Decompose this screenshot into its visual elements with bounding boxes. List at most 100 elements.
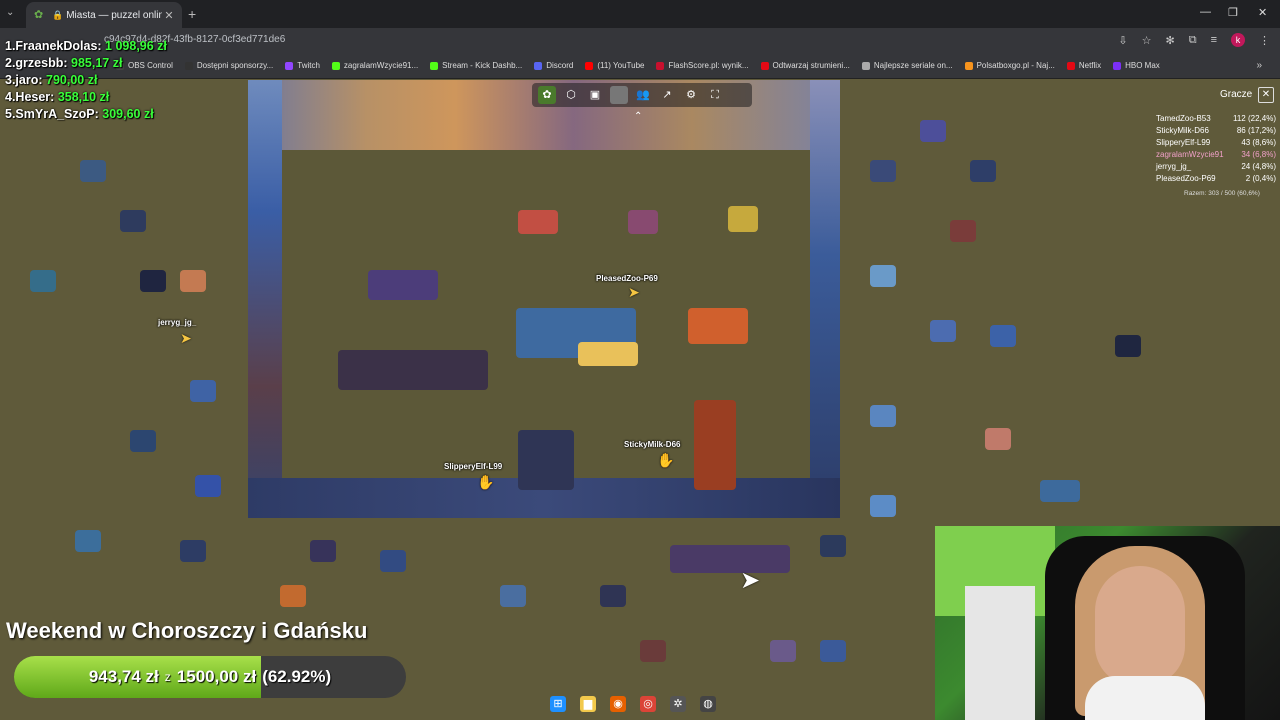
bookmark-item[interactable]: zagralamWzycie91...	[331, 61, 418, 70]
bookmark-item[interactable]: HBO Max	[1113, 61, 1160, 70]
puzzle-piece[interactable]	[870, 265, 896, 287]
bookmark-star-icon[interactable]: ☆	[1142, 34, 1152, 47]
puzzle-piece[interactable]	[600, 585, 626, 607]
puzzle-piece[interactable]	[195, 475, 221, 497]
preview-image-icon[interactable]: ▣	[586, 86, 604, 104]
puzzle-extensions-icon[interactable]: ⧉	[1189, 34, 1197, 47]
chevron-up-icon[interactable]: ⌃	[634, 111, 642, 122]
puzzle-piece[interactable]	[870, 495, 896, 517]
puzzle-piece[interactable]	[30, 270, 56, 292]
puzzle-board[interactable]	[248, 80, 840, 518]
puzzle-toolbar: ✿ ⬡ ▣ 👥 ↗ ⚙ ⛶	[532, 83, 752, 107]
puzzle-piece[interactable]	[1040, 480, 1080, 502]
puzzle-piece[interactable]	[820, 640, 846, 662]
puzzle-piece[interactable]	[180, 540, 206, 562]
bookmark-item[interactable]: Netflix	[1066, 61, 1101, 70]
leaderboard-amount: 358,10 zł	[54, 90, 110, 104]
menu-icon[interactable]: ⋮	[1259, 34, 1270, 47]
puzzle-piece[interactable]	[640, 640, 666, 662]
settings-gear-icon[interactable]: ⚙	[682, 86, 700, 104]
tab-search-icon[interactable]: ⌄	[6, 7, 14, 18]
puzzle-piece[interactable]	[75, 530, 101, 552]
background-color-icon[interactable]	[610, 86, 628, 104]
close-window-button[interactable]: ✕	[1258, 6, 1267, 19]
puzzle-piece[interactable]	[500, 585, 526, 607]
puzzle-piece-cluster[interactable]	[694, 400, 736, 490]
puzzle-piece[interactable]	[970, 160, 996, 182]
puzzle-shapes-icon[interactable]: ⬡	[562, 86, 580, 104]
puzzle-piece[interactable]	[930, 320, 956, 342]
profile-avatar[interactable]: k	[1231, 33, 1245, 47]
bookmark-item[interactable]: Dostępni sponsorzy...	[184, 61, 273, 70]
chrome-icon[interactable]: ◎	[640, 696, 656, 712]
bookmark-item[interactable]: Odtwarzaj strumieni...	[760, 61, 850, 70]
puzzle-piece-cluster[interactable]	[338, 350, 488, 390]
install-app-icon[interactable]: ⇩	[1118, 34, 1127, 47]
puzzle-piece[interactable]	[870, 160, 896, 182]
bookmark-item[interactable]: Twitch	[285, 61, 320, 70]
puzzle-piece[interactable]	[280, 585, 306, 607]
puzzle-piece[interactable]	[310, 540, 336, 562]
goal-title: Weekend w Choroszczy i Gdańsku	[6, 618, 368, 643]
puzzle-piece-cluster[interactable]	[670, 545, 790, 573]
fullscreen-icon[interactable]: ⛶	[706, 86, 724, 104]
puzzle-piece[interactable]	[985, 428, 1011, 450]
puzzle-piece[interactable]	[140, 270, 166, 292]
puzzle-piece[interactable]	[728, 206, 758, 232]
puzzle-piece[interactable]	[130, 430, 156, 452]
share-icon[interactable]: ↗	[658, 86, 676, 104]
more-bookmarks-icon[interactable]: »	[1256, 60, 1262, 71]
webcam-face	[1095, 566, 1185, 686]
bookmark-item[interactable]: Stream - Kick Dashb...	[430, 61, 522, 70]
puzzle-piece[interactable]	[770, 640, 796, 662]
bookmark-item[interactable]: Polsatboxgo.pl - Naj...	[964, 61, 1055, 70]
puzzle-piece-cluster[interactable]	[688, 308, 748, 344]
bookmark-item[interactable]: Discord	[534, 61, 573, 70]
puzzle-piece[interactable]	[820, 535, 846, 557]
player-name: TamedZoo-B53	[1156, 114, 1211, 123]
minimize-button[interactable]: —	[1200, 6, 1211, 18]
extension-icon[interactable]: ✻	[1166, 34, 1175, 47]
puzzle-piece[interactable]	[518, 210, 558, 234]
puzzle-piece[interactable]	[120, 210, 146, 232]
leaderboard-row: 1.FraanekDolas: 1 098,96 zł	[5, 38, 167, 55]
bookmark-item[interactable]: (11) YouTube	[585, 61, 644, 70]
bookmark-label: Discord	[546, 61, 574, 70]
media-icon[interactable]: ≡	[1211, 34, 1217, 46]
player-score: 43 (8,6%)	[1241, 138, 1276, 147]
player-score: 86 (17,2%)	[1236, 126, 1276, 135]
bookmark-favicon-icon	[656, 61, 665, 70]
puzzle-piece[interactable]	[80, 160, 106, 182]
player-name: StickyMilk-D66	[1156, 126, 1209, 135]
new-tab-button[interactable]: +	[188, 6, 196, 22]
maximize-button[interactable]: ❐	[1228, 6, 1238, 19]
puzzle-piece-cluster[interactable]	[518, 430, 574, 490]
puzzle-piece[interactable]	[870, 405, 896, 427]
puzzle-piece[interactable]	[990, 325, 1016, 347]
close-icon[interactable]: ✕	[1258, 87, 1274, 103]
firefox-icon[interactable]: ◉	[610, 696, 626, 712]
puzzle-piece[interactable]	[920, 120, 946, 142]
windows-start-icon[interactable]: ⊞	[550, 696, 566, 712]
logo-icon[interactable]: ✿	[538, 86, 556, 104]
mouse-pointer-icon: ➤	[740, 567, 761, 594]
puzzle-piece[interactable]	[628, 210, 658, 234]
bookmark-item[interactable]: Najlepsze seriale on...	[861, 61, 953, 70]
bookmark-favicon-icon	[331, 61, 340, 70]
bookmark-item[interactable]: FlashScore.pl: wynik...	[656, 61, 749, 70]
player-row: StickyMilk-D66 86 (17,2%)	[1156, 125, 1276, 137]
puzzle-piece-cluster[interactable]	[578, 342, 638, 366]
tab-miasta[interactable]: ✿ 🔒 Miasta — puzzel online ✕	[26, 2, 182, 28]
app-icon[interactable]: ✲	[670, 696, 686, 712]
obs-icon[interactable]: ◍	[700, 696, 716, 712]
players-icon[interactable]: 👥	[634, 86, 652, 104]
file-explorer-icon[interactable]: ▆	[580, 696, 596, 712]
puzzle-piece[interactable]	[380, 550, 406, 572]
puzzle-piece-cluster[interactable]	[368, 270, 438, 300]
bookmark-favicon-icon	[1066, 61, 1075, 70]
close-tab-icon[interactable]: ✕	[162, 9, 176, 22]
puzzle-piece[interactable]	[190, 380, 216, 402]
puzzle-piece[interactable]	[950, 220, 976, 242]
puzzle-piece[interactable]	[180, 270, 206, 292]
puzzle-piece[interactable]	[1115, 335, 1141, 357]
